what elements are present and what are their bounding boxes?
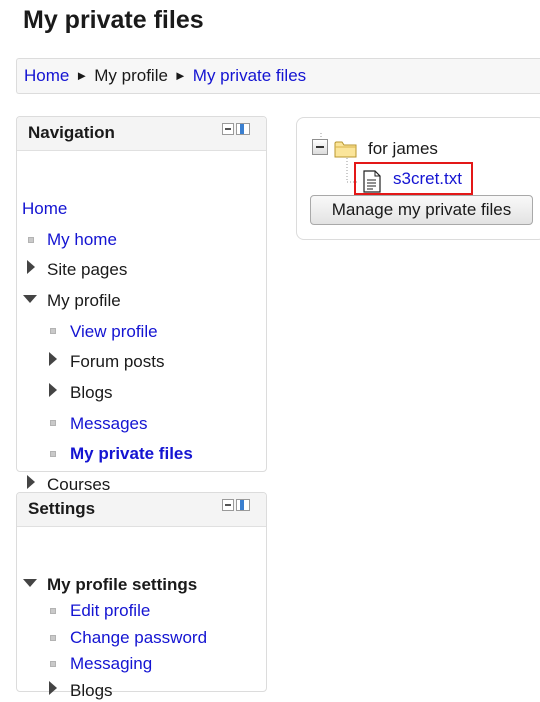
private-files-panel: for james s3cret.txt Manage my private f… (296, 117, 540, 240)
nav-view-profile-link[interactable]: View profile (70, 321, 158, 343)
expand-arrow-icon[interactable] (49, 352, 57, 366)
nav-my-profile[interactable]: My profile (47, 290, 121, 312)
dock-icon[interactable] (236, 499, 250, 511)
settings-edit-profile-link[interactable]: Edit profile (70, 600, 150, 622)
settings-change-password-link[interactable]: Change password (70, 627, 207, 649)
block-controls (222, 499, 252, 513)
nav-forum-posts[interactable]: Forum posts (70, 351, 164, 373)
bullet-icon (50, 608, 56, 614)
navigation-block: Navigation Home My home Site pages My pr… (16, 116, 267, 494)
settings-my-profile-settings[interactable]: My profile settings (47, 574, 197, 596)
navigation-title: Navigation (28, 123, 115, 142)
breadcrumb: Home ► My profile ► My private files (16, 58, 540, 94)
nav-my-home-link[interactable]: My home (47, 229, 117, 251)
settings-block: Settings My profile settings Edit profil… (16, 492, 267, 700)
highlight-box (354, 162, 473, 195)
bullet-icon (50, 635, 56, 641)
tree-collapse-icon[interactable] (312, 139, 328, 155)
collapse-arrow-icon[interactable] (23, 579, 37, 587)
bullet-icon (50, 328, 56, 334)
bullet-icon (50, 451, 56, 457)
nav-blogs[interactable]: Blogs (70, 382, 113, 404)
bullet-icon (50, 420, 56, 426)
nav-site-pages[interactable]: Site pages (47, 259, 127, 281)
settings-blogs[interactable]: Blogs (70, 680, 113, 702)
bullet-icon (50, 661, 56, 667)
bullet-icon (28, 237, 34, 243)
collapse-minus-icon[interactable] (222, 499, 234, 511)
folder-name[interactable]: for james (368, 138, 438, 160)
page-title: My private files (23, 6, 204, 34)
settings-title: Settings (28, 499, 96, 518)
nav-messages-link[interactable]: Messages (70, 413, 147, 435)
breadcrumb-home-link[interactable]: Home (24, 66, 69, 85)
settings-header: Settings (17, 493, 266, 527)
expand-arrow-icon[interactable] (49, 681, 57, 695)
breadcrumb-separator: ► (173, 68, 187, 83)
breadcrumb-separator: ► (75, 68, 89, 83)
expand-arrow-icon[interactable] (49, 383, 57, 397)
collapse-minus-icon[interactable] (222, 123, 234, 135)
expand-arrow-icon[interactable] (27, 475, 35, 489)
block-controls (222, 123, 252, 137)
manage-private-files-button[interactable]: Manage my private files (310, 195, 533, 225)
nav-my-private-files-link[interactable]: My private files (70, 443, 193, 465)
breadcrumb-my-profile: My profile (94, 66, 168, 85)
nav-home-link[interactable]: Home (22, 198, 67, 220)
dock-icon[interactable] (236, 123, 250, 135)
folder-icon (334, 141, 357, 158)
settings-messaging-link[interactable]: Messaging (70, 653, 152, 675)
collapse-arrow-icon[interactable] (23, 295, 37, 303)
navigation-header: Navigation (17, 117, 266, 151)
expand-arrow-icon[interactable] (27, 260, 35, 274)
breadcrumb-my-private-files-link[interactable]: My private files (193, 66, 306, 85)
